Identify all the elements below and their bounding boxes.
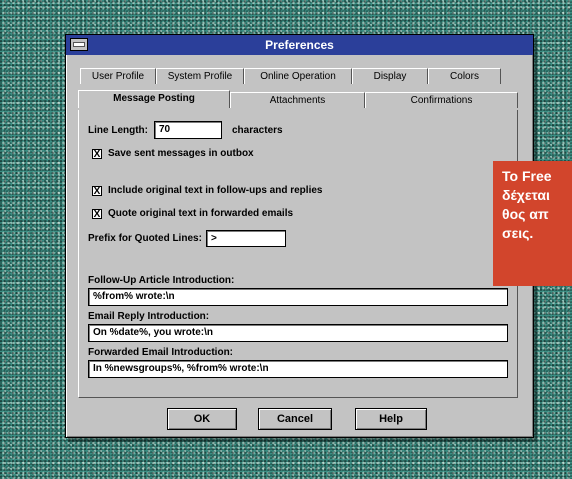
tab-display[interactable]: Display [352,68,428,84]
include-original-label: Include original text in follow-ups and … [108,185,323,196]
forwarded-label: Forwarded Email Introduction: [88,347,234,358]
tab-colors[interactable]: Colors [428,68,501,84]
save-sent-checkbox[interactable]: X [92,149,102,160]
prefix-label: Prefix for Quoted Lines: [88,233,202,244]
tab-online-operation[interactable]: Online Operation [244,68,352,84]
quote-original-label: Quote original text in forwarded emails [108,208,294,219]
tab-user-profile[interactable]: User Profile [80,68,156,84]
tab-attachments[interactable]: Attachments [230,92,365,108]
quote-original-checkbox[interactable]: X [92,209,102,220]
callout-line: θος απ [502,206,549,222]
system-menu-icon[interactable] [70,38,88,51]
tab-row-front: Message Posting Attachments Confirmation… [78,90,518,108]
email-reply-label: Email Reply Introduction: [88,311,210,322]
preferences-dialog: Preferences User Profile System Profile … [65,34,534,438]
include-original-checkbox[interactable]: X [92,186,102,197]
callout-line: Το Free [502,168,552,184]
line-length-input[interactable]: 70 [154,121,222,139]
save-sent-label: Save sent messages in outbox [108,148,254,159]
cancel-button[interactable]: Cancel [258,408,332,430]
followup-input[interactable]: %from% wrote:\n [88,288,508,306]
line-length-label: Line Length: [88,125,148,136]
callout-line: δέχεται [502,187,550,203]
tab-confirmations[interactable]: Confirmations [365,92,518,108]
tab-message-posting[interactable]: Message Posting [78,90,230,108]
followup-label: Follow-Up Article Introduction: [88,275,235,286]
forwarded-input[interactable]: In %newsgroups%, %from% wrote:\n [88,360,508,378]
help-button[interactable]: Help [355,408,427,430]
tab-row-back: User Profile System Profile Online Opera… [80,68,501,84]
callout-line: σεις. [502,225,534,241]
ok-button[interactable]: OK [167,408,237,430]
title-bar[interactable]: Preferences [66,35,533,55]
tab-system-profile[interactable]: System Profile [156,68,244,84]
email-reply-input[interactable]: On %date%, you wrote:\n [88,324,508,342]
line-length-unit: characters [232,125,283,136]
window-title: Preferences [265,38,334,52]
prefix-input[interactable]: > [206,230,286,247]
article-callout-box: Το Free δέχεται θος απ σεις. [493,161,572,286]
